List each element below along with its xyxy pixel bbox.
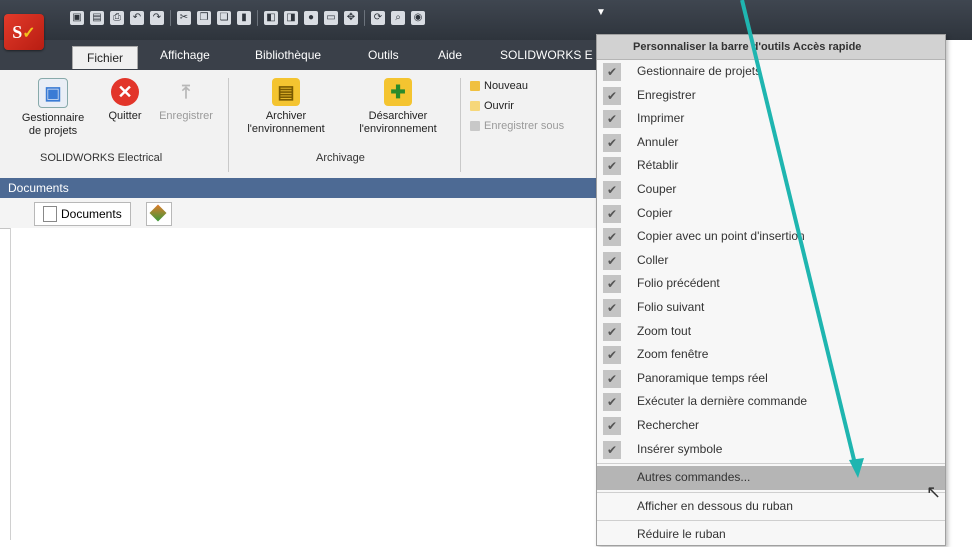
annotation-arrow-line [740,0,858,469]
app-logo[interactable]: S✓ [4,14,44,50]
annotation-arrow [740,0,864,478]
annotation-arrow-head [849,458,864,478]
mouse-cursor-icon: ↖ [926,482,942,502]
